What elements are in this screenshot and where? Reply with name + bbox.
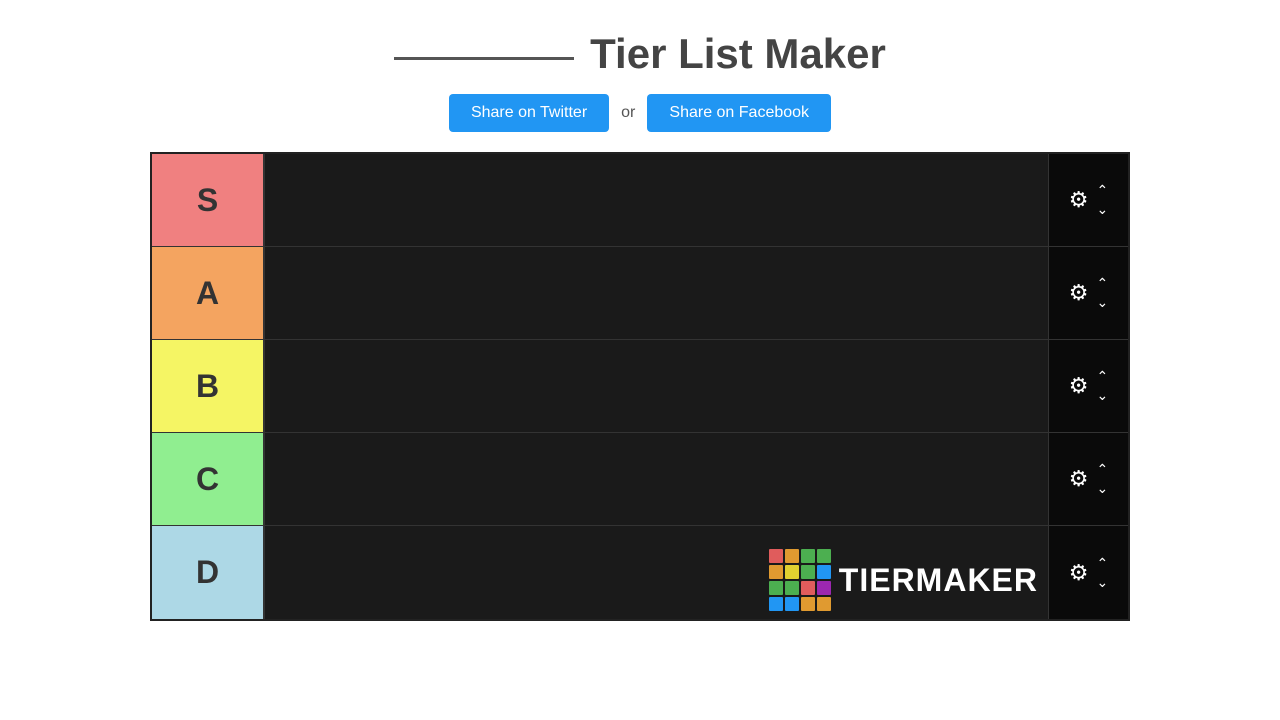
- tier-content-d: TiERMAKER: [265, 526, 1048, 619]
- gear-icon[interactable]: ⚙: [1069, 280, 1089, 306]
- tier-row-c: C⚙⌃⌄: [152, 433, 1128, 526]
- tier-controls-d: ⚙⌃⌄: [1048, 526, 1128, 619]
- tier-controls-c: ⚙⌃⌄: [1048, 433, 1128, 525]
- share-row: Share on Twitter or Share on Facebook: [449, 94, 831, 132]
- tier-label-d: D: [152, 526, 265, 619]
- title-row: Tier List Maker: [394, 30, 886, 78]
- page-title: Tier List Maker: [590, 30, 886, 78]
- chevron-down-icon[interactable]: ⌄: [1097, 294, 1109, 311]
- page-header: Tier List Maker Share on Twitter or Shar…: [0, 0, 1280, 152]
- tier-label-a: A: [152, 247, 265, 339]
- share-twitter-button[interactable]: Share on Twitter: [449, 94, 609, 132]
- gear-icon[interactable]: ⚙: [1069, 373, 1089, 399]
- tier-label-b: B: [152, 340, 265, 432]
- tier-chevrons-d: ⌃⌄: [1097, 555, 1109, 591]
- chevron-down-icon[interactable]: ⌄: [1097, 480, 1109, 497]
- tier-row-d: DTiERMAKER⚙⌃⌄: [152, 526, 1128, 619]
- tiermaker-text: TiERMAKER: [839, 562, 1038, 599]
- chevron-up-icon[interactable]: ⌃: [1097, 461, 1109, 478]
- gear-icon[interactable]: ⚙: [1069, 187, 1089, 213]
- chevron-down-icon[interactable]: ⌄: [1097, 387, 1109, 404]
- gear-icon[interactable]: ⚙: [1069, 466, 1089, 492]
- chevron-up-icon[interactable]: ⌃: [1097, 368, 1109, 385]
- gear-icon[interactable]: ⚙: [1069, 560, 1089, 586]
- tiermaker-watermark: TiERMAKER: [759, 541, 1048, 619]
- chevron-up-icon[interactable]: ⌃: [1097, 555, 1109, 572]
- tier-controls-b: ⚙⌃⌄: [1048, 340, 1128, 432]
- share-facebook-button[interactable]: Share on Facebook: [647, 94, 831, 132]
- tier-content-a: [265, 247, 1048, 339]
- tier-chevrons-a: ⌃⌄: [1097, 275, 1109, 311]
- tier-content-c: [265, 433, 1048, 525]
- tier-row-s: S⚙⌃⌄: [152, 154, 1128, 247]
- tier-chevrons-c: ⌃⌄: [1097, 461, 1109, 497]
- tier-list: S⚙⌃⌄A⚙⌃⌄B⚙⌃⌄C⚙⌃⌄DTiERMAKER⚙⌃⌄: [150, 152, 1130, 621]
- chevron-down-icon[interactable]: ⌄: [1097, 574, 1109, 591]
- tier-row-a: A⚙⌃⌄: [152, 247, 1128, 340]
- tier-controls-a: ⚙⌃⌄: [1048, 247, 1128, 339]
- chevron-down-icon[interactable]: ⌄: [1097, 201, 1109, 218]
- tier-chevrons-b: ⌃⌄: [1097, 368, 1109, 404]
- tier-content-s: [265, 154, 1048, 246]
- tier-row-b: B⚙⌃⌄: [152, 340, 1128, 433]
- tier-label-s: S: [152, 154, 265, 246]
- chevron-up-icon[interactable]: ⌃: [1097, 182, 1109, 199]
- tier-chevrons-s: ⌃⌄: [1097, 182, 1109, 218]
- chevron-up-icon[interactable]: ⌃: [1097, 275, 1109, 292]
- tier-controls-s: ⚙⌃⌄: [1048, 154, 1128, 246]
- title-decoration: [394, 57, 574, 60]
- share-or-text: or: [621, 104, 635, 122]
- tier-label-c: C: [152, 433, 265, 525]
- tier-content-b: [265, 340, 1048, 432]
